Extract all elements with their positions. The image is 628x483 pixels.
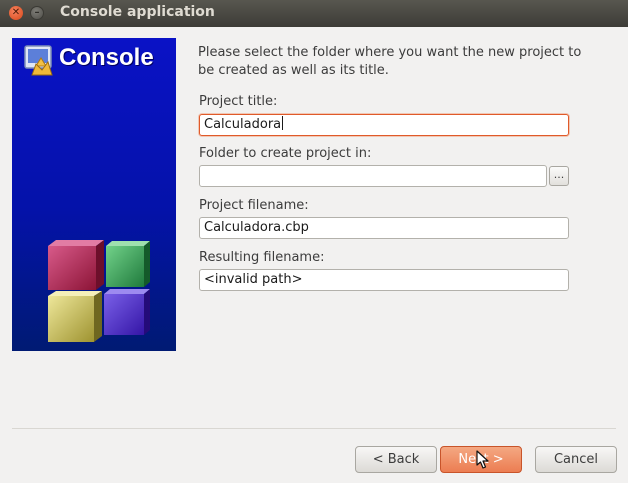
project-title-label: Project title: — [199, 94, 278, 109]
instructions-text: Please select the folder where you want … — [198, 45, 582, 78]
text-caret — [282, 116, 284, 130]
folder-input[interactable] — [199, 165, 547, 187]
resulting-filename-label: Resulting filename: — [199, 250, 325, 265]
browse-folder-button[interactable]: ... — [549, 166, 569, 186]
back-button[interactable]: < Back — [355, 446, 437, 473]
mouse-pointer-icon — [476, 450, 489, 469]
cancel-button[interactable]: Cancel — [535, 446, 617, 473]
project-filename-input[interactable]: Calculadora.cbp — [199, 217, 569, 239]
project-title-value: Calculadora — [204, 117, 282, 132]
wizard-banner: Console — [12, 38, 176, 351]
console-app-icon — [24, 45, 53, 76]
project-filename-label: Project filename: — [199, 198, 309, 213]
codeblocks-logo — [48, 240, 150, 342]
close-window-button[interactable]: ✕ — [9, 6, 23, 20]
title-bar: ✕ – Console application — [0, 0, 628, 27]
folder-label: Folder to create project in: — [199, 146, 372, 161]
banner-title: Console — [59, 44, 154, 71]
window-title: Console application — [60, 4, 215, 20]
project-title-input[interactable]: Calculadora — [199, 114, 569, 136]
minimize-window-button[interactable]: – — [30, 6, 44, 20]
button-divider — [12, 428, 616, 429]
resulting-filename-field[interactable]: <invalid path> — [199, 269, 569, 291]
